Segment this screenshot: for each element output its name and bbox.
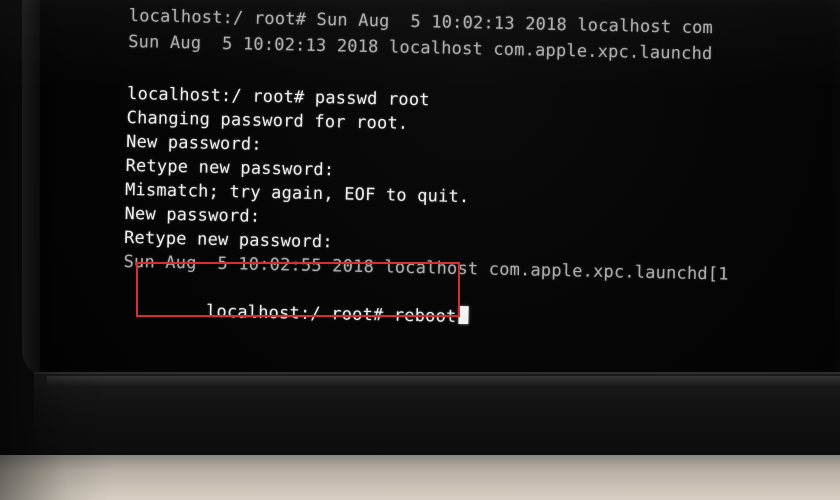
terminal-screen: localhost:/ root# Sun Aug 5 10:02:13 201…	[22, 0, 840, 378]
terminal-output: localhost:/ root# Sun Aug 5 10:02:13 201…	[123, 4, 840, 327]
terminal-prompt-line[interactable]: localhost:/ root# reboot	[122, 274, 469, 353]
laptop-lower-body	[0, 455, 840, 500]
photo-of-laptop-terminal: localhost:/ root# Sun Aug 5 10:02:13 201…	[0, 0, 840, 500]
terminal-line: New password:	[124, 203, 261, 227]
laptop-bezel-lip	[47, 376, 840, 386]
terminal-command-text: localhost:/ root# reboot	[205, 301, 457, 327]
terminal-line: New password:	[125, 131, 262, 155]
terminal-cursor	[458, 305, 469, 325]
